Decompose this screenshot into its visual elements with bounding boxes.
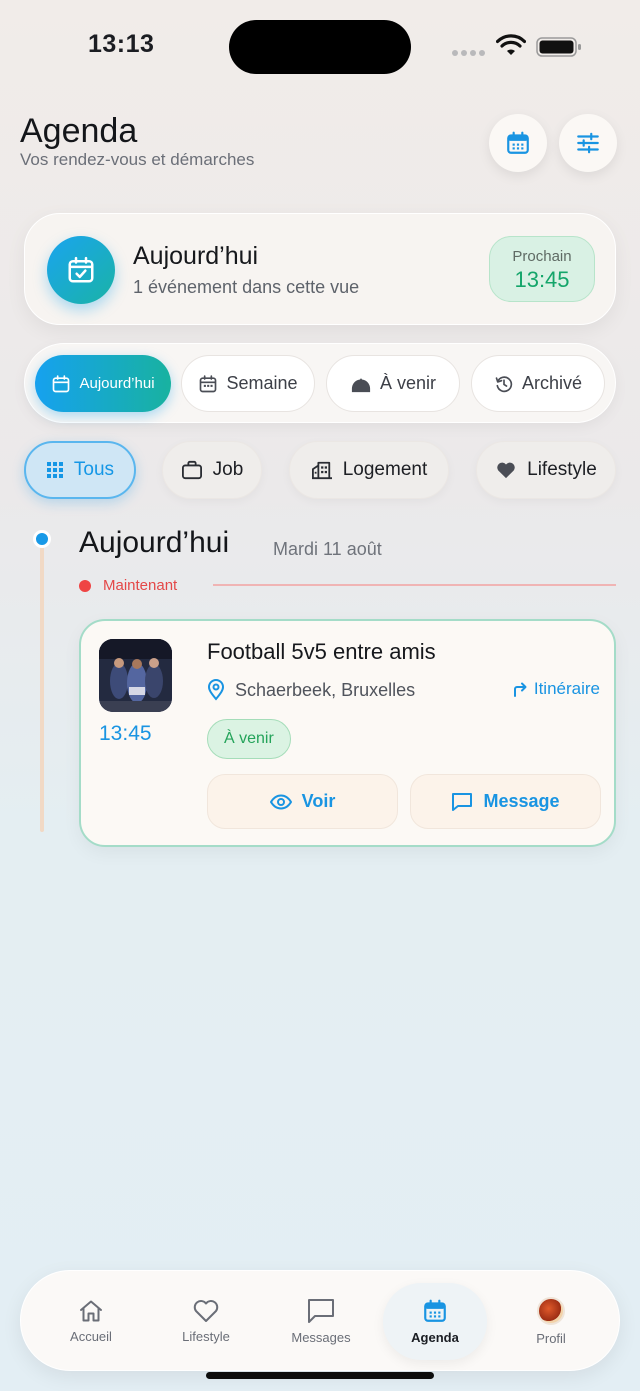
view-button[interactable]: Voir [207, 774, 398, 829]
avatar [537, 1297, 565, 1325]
today-summary-card: Aujourd’hui 1 événement dans cette vue P… [24, 213, 616, 325]
nav-lifestyle-label: Lifestyle [182, 1329, 230, 1344]
status-badge: À venir [207, 719, 291, 759]
heart-icon [193, 1300, 219, 1322]
sliders-icon [577, 132, 599, 154]
filter-chip-all-label: Tous [73, 459, 115, 480]
nav-home-label: Accueil [70, 1329, 112, 1344]
filter-chip-job[interactable]: Job [162, 441, 262, 499]
timeline-dot [33, 530, 51, 548]
calendar-week-icon [200, 374, 217, 392]
filter-button[interactable] [559, 114, 617, 172]
tab-archived-label: Archivé [521, 373, 583, 393]
page-subtitle: Vos rendez-vous et démarches [20, 150, 255, 169]
event-location-label: Schaerbeek, Bruxelles [235, 679, 416, 700]
calendar-button[interactable] [489, 114, 547, 172]
day-date: Mardi 11 août [273, 539, 382, 559]
turn-right-icon [513, 682, 527, 697]
sunrise-icon [351, 378, 371, 392]
now-label: Maintenant [103, 577, 178, 594]
message-icon [308, 1299, 334, 1323]
next-label: Prochain [512, 248, 572, 265]
nav-profile-label: Profil [536, 1331, 566, 1346]
timeline-line [40, 545, 44, 832]
home-icon [80, 1300, 102, 1322]
nav-messages-label: Messages [291, 1330, 351, 1345]
route-link[interactable]: Itinéraire [512, 679, 600, 699]
page-title: Agenda [20, 112, 138, 150]
nav-home[interactable]: Accueil [39, 1271, 143, 1372]
event-title: Football 5v5 entre amis [207, 639, 436, 664]
nav-agenda[interactable]: Agenda [383, 1271, 487, 1372]
briefcase-icon [181, 460, 202, 480]
route-link-label: Itinéraire [533, 679, 600, 698]
history-icon [495, 375, 513, 392]
calendar-icon [424, 1299, 446, 1322]
next-event-badge: Prochain 13:45 [489, 236, 595, 302]
nav-lifestyle[interactable]: Lifestyle [154, 1271, 258, 1372]
tab-upcoming-label: À venir [379, 373, 437, 393]
grid-icon [46, 462, 63, 478]
tab-today-label: Aujourd’hui [79, 375, 155, 392]
event-time: 13:45 [99, 722, 152, 745]
calendar-check-icon [47, 236, 115, 304]
message-icon [452, 792, 473, 811]
message-button[interactable]: Message [410, 774, 601, 829]
event-thumbnail [99, 639, 172, 712]
signal-icon [452, 50, 485, 56]
today-title: Aujourd’hui [133, 242, 259, 270]
wifi-icon [496, 34, 526, 55]
bottom-nav: Accueil Lifestyle Messages Agenda Profil [20, 1270, 620, 1371]
message-button-label: Message [483, 791, 560, 811]
nav-messages[interactable]: Messages [269, 1271, 373, 1372]
filter-chip-housing[interactable]: Logement [289, 441, 449, 499]
event-card[interactable]: 13:45 Football 5v5 entre amis Schaerbeek… [79, 619, 616, 847]
status-time: 13:13 [88, 30, 155, 58]
dynamic-island [229, 20, 411, 74]
view-tabs: Aujourd’hui Semaine À venir Archivé [24, 343, 616, 423]
calendar-icon [53, 374, 70, 392]
tab-week[interactable]: Semaine [181, 355, 315, 412]
nav-agenda-label: Agenda [411, 1330, 459, 1345]
filter-chip-all[interactable]: Tous [24, 441, 136, 499]
filter-chip-lifestyle-label: Lifestyle [527, 459, 597, 480]
tab-archived[interactable]: Archivé [471, 355, 605, 412]
nav-profile[interactable]: Profil [499, 1271, 603, 1372]
now-indicator-dot [79, 580, 91, 592]
status-bar: 13:13 [0, 0, 640, 96]
tab-week-label: Semaine [226, 373, 298, 393]
home-indicator [206, 1372, 434, 1379]
next-time: 13:45 [514, 267, 570, 292]
now-line [213, 584, 616, 586]
tab-today[interactable]: Aujourd’hui [35, 355, 171, 412]
filter-chip-lifestyle[interactable]: Lifestyle [476, 441, 616, 499]
tab-upcoming[interactable]: À venir [326, 355, 460, 412]
heart-icon [497, 462, 515, 479]
calendar-icon [507, 131, 529, 154]
event-location: Schaerbeek, Bruxelles [207, 679, 415, 701]
today-subtitle: 1 événement dans cette vue [133, 277, 360, 297]
map-pin-icon [207, 679, 225, 701]
view-button-label: Voir [301, 791, 336, 811]
eye-icon [269, 793, 292, 810]
filter-chip-job-label: Job [212, 459, 244, 480]
building-icon [311, 461, 332, 480]
battery-icon [536, 37, 581, 57]
day-title: Aujourd’hui [79, 526, 230, 559]
filter-chip-housing-label: Logement [342, 459, 428, 480]
